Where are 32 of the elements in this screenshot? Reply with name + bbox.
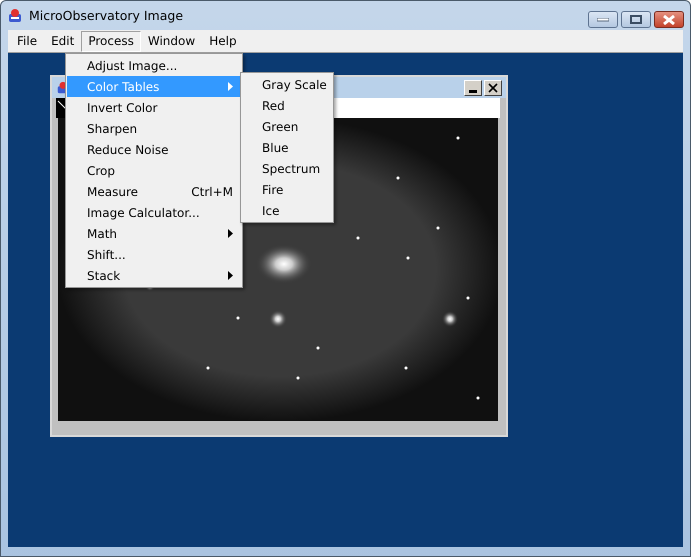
menu-item[interactable]: Help	[202, 30, 244, 52]
menu-item[interactable]: Fire	[242, 179, 332, 200]
menu-item[interactable]: Green	[242, 116, 332, 137]
menu-item[interactable]: Shift...	[67, 244, 241, 265]
menu-item[interactable]: Measure Ctrl+M	[67, 181, 241, 202]
close-icon	[663, 14, 675, 24]
menu-item[interactable]: Adjust Image...	[67, 55, 241, 76]
maximize-button[interactable]	[621, 11, 651, 28]
menu-item[interactable]: Invert Color	[67, 97, 241, 118]
menu-item[interactable]: Crop	[67, 160, 241, 181]
minimize-icon	[597, 18, 609, 22]
menu-item[interactable]: Blue	[242, 137, 332, 158]
menu-item[interactable]: Edit	[44, 30, 82, 52]
window-title: MicroObservatory Image	[29, 8, 184, 23]
app-icon	[7, 8, 23, 24]
menu-item[interactable]: Ice	[242, 200, 332, 221]
menu-item[interactable]: Sharpen	[67, 118, 241, 139]
menu-item[interactable]: Reduce Noise	[67, 139, 241, 160]
close-icon	[488, 82, 498, 92]
close-button[interactable]	[654, 11, 684, 28]
menu-item[interactable]: Spectrum	[242, 158, 332, 179]
menu-item[interactable]: Process	[81, 30, 141, 52]
menu-item[interactable]: Image Calculator...	[67, 202, 241, 223]
menu-item[interactable]: Window	[140, 30, 202, 52]
menu-item[interactable]: Math	[67, 223, 241, 244]
maximize-icon	[630, 15, 642, 24]
menu-item[interactable]: File	[10, 30, 44, 52]
minimize-icon	[469, 90, 477, 92]
menu-item[interactable]: Stack	[67, 265, 241, 286]
menu-item[interactable]: Gray Scale	[242, 74, 332, 95]
menu-item[interactable]: Red	[242, 95, 332, 116]
shortcut-label: Ctrl+M	[191, 184, 233, 198]
